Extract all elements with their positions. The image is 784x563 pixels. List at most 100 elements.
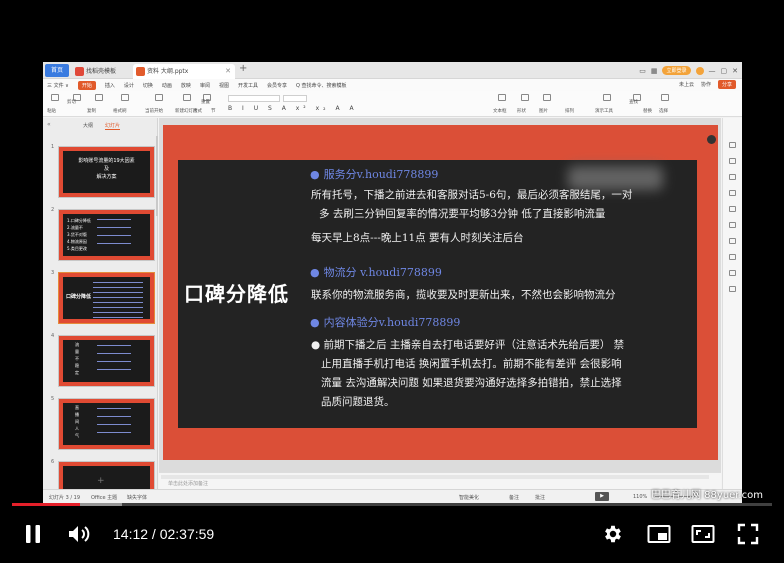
location-tool-icon[interactable] xyxy=(729,238,736,244)
notes-button[interactable]: 备注 xyxy=(509,494,519,501)
section-heading-logistics[interactable]: ● 物流分 v.houdi778899 xyxy=(310,264,442,280)
menu-item-1[interactable]: 开始 xyxy=(77,80,96,90)
notes-area[interactable]: 单击此处添加备注 xyxy=(159,472,721,489)
login-button[interactable]: 立即登录 xyxy=(662,66,691,75)
fullscreen-button[interactable] xyxy=(733,520,763,548)
select-icon[interactable] xyxy=(661,94,669,101)
format-painter-icon[interactable] xyxy=(95,94,103,101)
font-size-select[interactable] xyxy=(283,95,307,102)
minimize-icon[interactable]: — xyxy=(709,67,716,75)
section-body-service[interactable]: 所有托号，下播之前进去和客服对话5-6句，最后必须客服结尾，一对 多 去刷三分钟… xyxy=(311,186,632,248)
menu-item-8[interactable]: 视图 xyxy=(219,82,229,89)
menu-item-7[interactable]: 审阅 xyxy=(200,82,210,89)
horizontal-scrollbar[interactable] xyxy=(161,475,709,479)
textbox-icon[interactable] xyxy=(498,94,506,101)
new-tab-icon[interactable]: + xyxy=(239,63,247,74)
maximize-icon[interactable]: ▢ xyxy=(721,67,728,75)
missing-font-button[interactable]: 缺失字体 xyxy=(127,494,147,501)
play-from-current-icon[interactable] xyxy=(121,94,129,101)
settings-tool-icon[interactable] xyxy=(729,142,736,148)
close-tab-icon[interactable]: ✕ xyxy=(225,64,231,79)
style-tool-icon[interactable] xyxy=(729,174,736,180)
ribbon-label-1[interactable]: 剪切 xyxy=(67,99,76,105)
menu-item-0[interactable]: 三 文件 ∨ xyxy=(47,82,69,89)
time-tool-icon[interactable] xyxy=(729,270,736,276)
slide-thumbnail-5[interactable]: 5 直播间人气 xyxy=(43,396,158,452)
ribbon-label-4[interactable]: 当前开始 xyxy=(145,108,163,114)
grid-icon[interactable]: ▦ xyxy=(651,67,658,75)
shape-icon[interactable] xyxy=(521,94,529,101)
menu-right-item-0[interactable]: 未上云 xyxy=(679,81,694,88)
theater-mode-button[interactable] xyxy=(688,520,718,548)
move-tool-icon[interactable] xyxy=(729,158,736,164)
section-heading-content[interactable]: ● 内容体验分v.houdi778899 xyxy=(310,314,460,330)
copy-tool-icon[interactable] xyxy=(729,190,736,196)
ribbon-label-0[interactable]: 粘贴 xyxy=(47,108,56,114)
slide-title[interactable]: 口碑分降低 xyxy=(184,278,289,307)
ribbon-label-7[interactable]: 节 xyxy=(211,108,216,114)
avatar[interactable] xyxy=(695,66,704,75)
ribbon-label-6[interactable]: 版式 xyxy=(193,108,202,114)
slide-thumbnail-3[interactable]: 3 口碑分降低 xyxy=(43,270,158,326)
ribbon-label-16[interactable]: 选择 xyxy=(659,108,668,114)
ribbon-label-8[interactable]: 重置 xyxy=(201,99,210,105)
pause-button[interactable] xyxy=(18,520,48,548)
tab-presentation[interactable]: 资料 大纲.pptx ✕ xyxy=(133,64,235,79)
font-format-buttons[interactable]: B I U S A x² x₂ A A xyxy=(228,105,358,112)
miniplayer-button[interactable] xyxy=(644,520,674,548)
presentation-tools-icon[interactable] xyxy=(603,94,611,101)
floating-dot[interactable] xyxy=(707,135,716,144)
ribbon-label-13[interactable]: 演示工具 xyxy=(595,108,613,114)
paste-icon[interactable] xyxy=(51,94,59,101)
menu-item-10[interactable]: 会员专享 xyxy=(267,82,287,89)
smart-beautify-button[interactable]: 智能美化 xyxy=(459,494,479,501)
slideshow-play-icon[interactable]: ▶ xyxy=(595,492,609,501)
section-body-content[interactable]: ● 前期下播之后 主播亲自去打电话要好评（注意话术先给后要） 禁 止用直播手机打… xyxy=(311,336,624,412)
ribbon-label-2[interactable]: 复制 xyxy=(87,108,96,114)
close-icon[interactable]: ✕ xyxy=(732,67,738,75)
comment-tool-icon[interactable] xyxy=(729,254,736,260)
menu-item-5[interactable]: 动画 xyxy=(162,82,172,89)
layout-icon[interactable]: ▭ xyxy=(639,67,646,75)
tab-outline[interactable]: 大纲 xyxy=(83,122,93,129)
menu-item-9[interactable]: 开发工具 xyxy=(238,82,258,89)
slide-thumbnail-4[interactable]: 4 流量不稳定 xyxy=(43,333,158,389)
tab-presentation-label: 资料 大纲.pptx xyxy=(147,68,189,75)
ribbon-label-15[interactable]: 替换 xyxy=(643,108,652,114)
help-tool-icon[interactable] xyxy=(729,286,736,292)
animation-tool-icon[interactable] xyxy=(729,206,736,212)
slide-thumbnail-1[interactable]: 1 影响账号流量的19大因素及解决方案 xyxy=(43,144,158,200)
home-tab[interactable]: 首页 xyxy=(45,64,69,77)
new-slide-icon[interactable] xyxy=(155,94,163,101)
collapse-panel-icon[interactable]: « xyxy=(47,121,51,128)
slide[interactable]: 口碑分降低 ● 服务分v.houdi778899 所有托号，下播之前进去和客服对话… xyxy=(163,125,718,460)
section-body-logistics[interactable]: 联系你的物流服务商，揽收要及时更新出来，不然也会影响物流分 xyxy=(311,286,616,305)
slide-thumbnail-2[interactable]: 2 1.口碑分降低 2.流量不 3.货不对版 4.物流原因 5.类目更改 xyxy=(43,207,158,263)
layout-icon[interactable] xyxy=(183,94,191,101)
ribbon-label-12[interactable]: 排列 xyxy=(565,108,574,114)
menu-right-item-2[interactable]: 分享 xyxy=(717,80,736,89)
menu-item-3[interactable]: 设计 xyxy=(124,82,134,89)
shape-tool-icon[interactable] xyxy=(729,222,736,228)
ribbon-label-9[interactable]: 文本框 xyxy=(493,108,507,114)
comments-button[interactable]: 批注 xyxy=(535,494,545,501)
menu-item-4[interactable]: 切换 xyxy=(143,82,153,89)
ribbon-label-14[interactable]: 查找 xyxy=(629,99,638,105)
settings-button[interactable] xyxy=(598,520,628,548)
progress-bar[interactable] xyxy=(12,503,772,506)
panel-scrollbar[interactable] xyxy=(156,136,158,216)
ribbon-label-11[interactable]: 图片 xyxy=(539,108,548,114)
menu-item-11[interactable]: Q 查找命令、搜索模板 xyxy=(296,82,347,89)
menu-right-item-1[interactable]: 协作 xyxy=(701,81,711,88)
tab-slides[interactable]: 幻灯片 xyxy=(105,122,121,130)
add-slide-icon[interactable]: + xyxy=(97,476,105,486)
picture-icon[interactable] xyxy=(543,94,551,101)
menu-item-2[interactable]: 插入 xyxy=(105,82,115,89)
ribbon-label-10[interactable]: 形状 xyxy=(517,108,526,114)
section-heading-service[interactable]: ● 服务分v.houdi778899 xyxy=(310,166,438,182)
menu-item-6[interactable]: 放映 xyxy=(181,82,191,89)
ribbon-label-3[interactable]: 格式刷 xyxy=(113,108,127,114)
volume-button[interactable] xyxy=(64,520,94,548)
font-name-select[interactable] xyxy=(228,95,280,102)
tab-template[interactable]: 找稻壳模板 xyxy=(72,64,130,79)
